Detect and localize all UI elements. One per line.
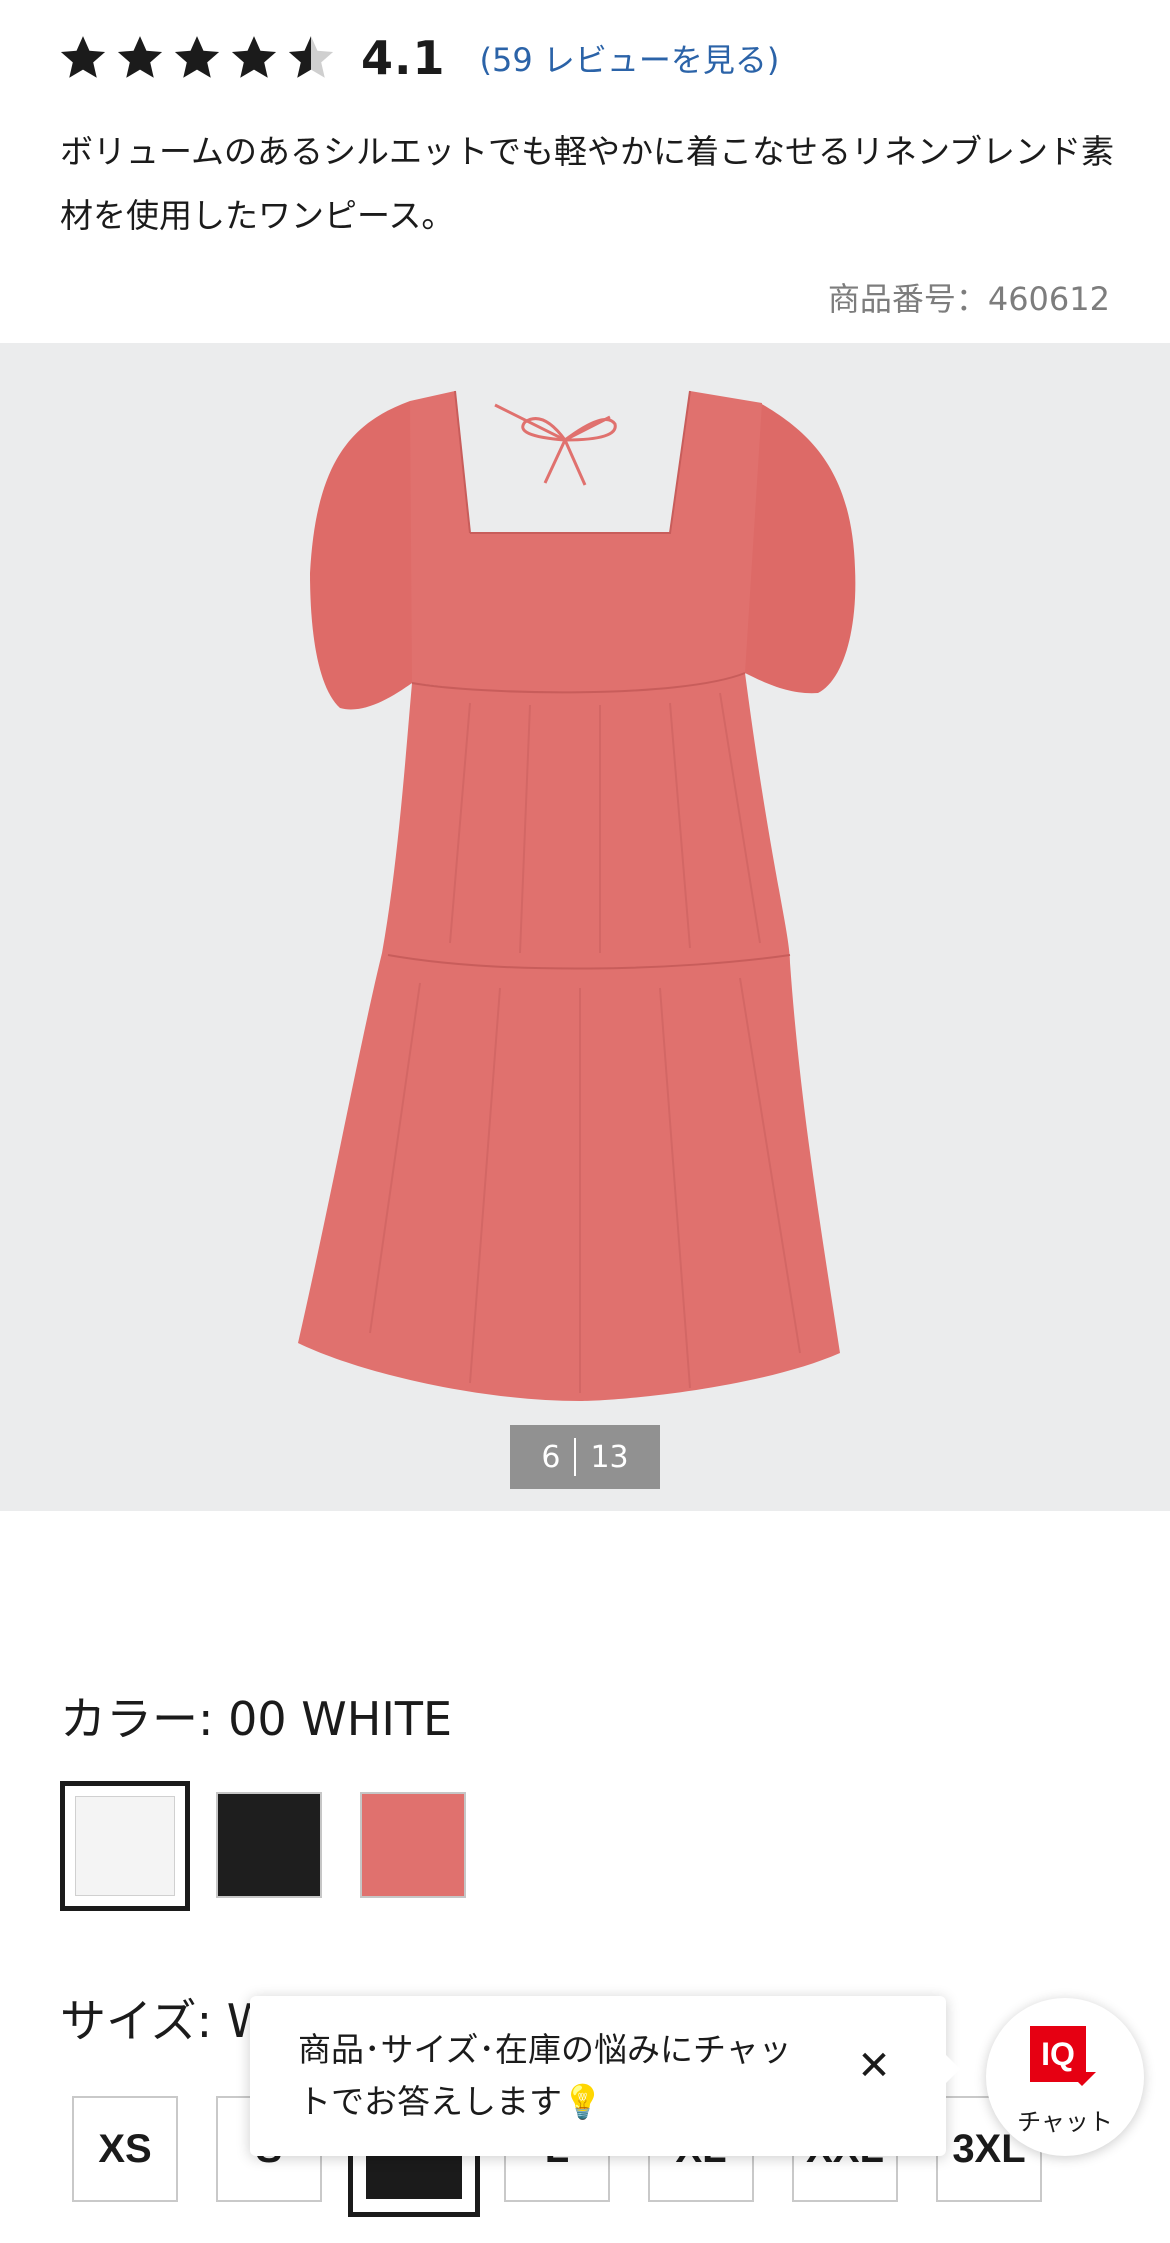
counter-current: 6 [541,1439,561,1475]
product-description: ボリュームのあるシルエットでも軽やかに着こなせるリネンブレンド素材を使用したワン… [60,132,1115,235]
tooltip-arrow [945,2054,960,2084]
rating-value: 4.1 [361,31,446,85]
chat-tooltip-text: 商品･サイズ･在庫の悩みにチャットでお答えします💡 [298,2030,792,2121]
chat-button[interactable]: IQ チャット [986,1998,1144,2156]
dress-photo [298,390,856,1401]
product-image-gallery[interactable] [0,343,1170,1511]
star-icon [231,36,277,78]
star-icon [117,36,163,78]
image-counter: 6 13 [510,1425,660,1489]
size-label: サイズ: W [60,1994,273,2048]
color-label: カラー: 00 WHITE [60,1692,453,1746]
product-number: 商品番号：460612 [827,280,1110,318]
half-star-icon [288,36,334,78]
iq-logo-icon: IQ [1030,2026,1100,2090]
rating-row: 4.1 (59 レビューを見る) [58,28,779,88]
close-icon[interactable]: ✕ [854,2043,894,2089]
color-swatch-white[interactable] [60,1781,190,1911]
chat-label: チャット [1017,2108,1113,2136]
size-option-xs[interactable]: XS [72,2096,178,2202]
counter-total: 13 [590,1439,629,1475]
star-icon [60,36,106,78]
star-rating [58,33,343,83]
color-swatch-black[interactable] [216,1792,322,1898]
star-icon [174,36,220,78]
review-link[interactable]: (59 レビューを見る) [480,35,780,81]
chat-tooltip: 商品･サイズ･在庫の悩みにチャットでお答えします💡 ✕ [250,1996,960,2156]
color-swatch-pink[interactable] [360,1792,466,1898]
counter-divider [574,1438,577,1476]
